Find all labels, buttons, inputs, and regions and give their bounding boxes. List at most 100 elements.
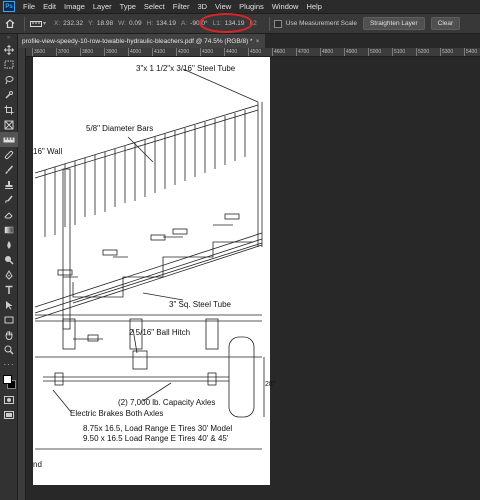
menu-plugins[interactable]: Plugins [235, 2, 268, 11]
history-brush-icon[interactable] [0, 192, 18, 207]
menu-view[interactable]: View [211, 2, 235, 11]
ruler-label: 4200 [176, 48, 190, 56]
quick-select-icon[interactable] [0, 87, 18, 102]
ruler-label: 5200 [416, 48, 430, 56]
menu-edit[interactable]: Edit [39, 2, 60, 11]
document-tab-bar: profile-view-speedy-10-row-towable-hydra… [18, 34, 480, 48]
h-value: 134.19 [156, 20, 177, 27]
ruler-label: 5300 [440, 48, 454, 56]
ruler-label: 5000 [368, 48, 382, 56]
menu-bar: Ps File Edit Image Layer Type Select Fil… [0, 0, 480, 14]
drawing-label: 5/8" Diameter Bars [86, 124, 154, 133]
menu-3d[interactable]: 3D [193, 2, 211, 11]
menu-file[interactable]: File [19, 2, 39, 11]
ruler-tool-icon[interactable] [29, 19, 43, 29]
divider [24, 16, 25, 31]
menu-select[interactable]: Select [140, 2, 169, 11]
ruler-label: 4900 [344, 48, 358, 56]
ruler-icon[interactable] [0, 132, 18, 147]
bleacher-drawing [34, 68, 265, 450]
x-value: 232.32 [63, 20, 84, 27]
l1-readout: L1: 134.19 [198, 13, 253, 33]
ruler-label: 4800 [320, 48, 334, 56]
y-readout: Y: 18.98 [88, 20, 113, 27]
h-readout: H: 134.19 [147, 20, 176, 27]
measurement-scale-checkbox[interactable] [273, 19, 282, 28]
drawing-label: (2) 7,000 lb. Capacity Axles [118, 398, 216, 407]
drawing-label: 3" Sq. Steel Tube [169, 300, 231, 309]
drawing-label: nd [33, 460, 42, 469]
document-canvas[interactable]: 3"x 1 1/2"x 3/16" Steel Tube 5/8" Diamet… [33, 57, 275, 485]
drawing-label: 28" [265, 381, 276, 388]
dodge-icon[interactable] [0, 252, 18, 267]
menu-layer[interactable]: Layer [89, 2, 116, 11]
drawing-label: 2 5/16" Ball Hitch [129, 328, 191, 337]
divider [268, 16, 270, 31]
crop-icon[interactable] [0, 102, 18, 117]
drawing-label: Electric Brakes Both Axles [70, 409, 164, 418]
document-tab[interactable]: profile-view-speedy-10-row-towable-hydra… [18, 34, 266, 48]
tool-preset-chevron-icon[interactable]: ▾ [43, 20, 46, 27]
healing-icon[interactable] [0, 147, 18, 162]
hand-icon[interactable] [0, 327, 18, 342]
close-icon[interactable]: × [256, 38, 260, 45]
tools-panel: » ··· [0, 34, 18, 500]
x-readout: X: 232.32 [54, 20, 83, 27]
quick-mask-icon[interactable] [0, 392, 18, 407]
color-swatches[interactable] [0, 372, 18, 392]
menu-window[interactable]: Window [268, 2, 303, 11]
drawing-label: 8.75x 16.5, Load Range E Tires 30' Model [83, 424, 233, 433]
y-value: 18.98 [96, 20, 114, 27]
red-highlight-circle [198, 13, 253, 33]
gradient-icon[interactable] [0, 222, 18, 237]
frame-icon[interactable] [0, 117, 18, 132]
w-label: W: [118, 20, 126, 27]
document-tab-title: profile-view-speedy-10-row-towable-hydra… [22, 37, 253, 45]
menu-image[interactable]: Image [60, 2, 89, 11]
rectangle-icon[interactable] [0, 312, 18, 327]
stamp-icon[interactable] [0, 177, 18, 192]
ruler-label: 4600 [272, 48, 286, 56]
menu-help[interactable]: Help [302, 2, 325, 11]
menu-filter[interactable]: Filter [169, 2, 194, 11]
ruler-label: 4300 [200, 48, 214, 56]
foreground-color[interactable] [3, 375, 12, 384]
ruler-label: 5100 [392, 48, 406, 56]
marquee-icon[interactable] [0, 57, 18, 72]
brush-icon[interactable] [0, 162, 18, 177]
menu-type[interactable]: Type [116, 2, 140, 11]
ruler-label: 4500 [248, 48, 262, 56]
ruler-label: 4000 [128, 48, 142, 56]
h-label: H: [146, 20, 154, 27]
w-readout: W: 0.09 [118, 20, 141, 27]
horizontal-ruler[interactable]: 3600 3700 3800 3900 4000 4100 4200 4300 … [26, 48, 480, 57]
measurement-scale-label: Use Measurement Scale [285, 20, 357, 27]
lasso-icon[interactable] [0, 72, 18, 87]
pen-icon[interactable] [0, 267, 18, 282]
ruler-label: 3600 [32, 48, 46, 56]
zoom-icon[interactable] [0, 342, 18, 357]
vertical-ruler[interactable] [18, 48, 26, 500]
screen-mode-icon[interactable] [0, 407, 18, 422]
x-label: X: [54, 20, 61, 27]
straighten-layer-button[interactable]: Straighten Layer [362, 17, 425, 30]
w-value: 0.09 [128, 20, 142, 27]
panel-collapse-icon[interactable]: » [0, 34, 17, 42]
ruler-label: 4700 [296, 48, 310, 56]
options-bar: ▾ X: 232.32 Y: 18.98 W: 0.09 H: 134.19 A: -90… [0, 13, 480, 34]
ruler-label: 4100 [152, 48, 166, 56]
move-icon[interactable] [0, 42, 18, 57]
ruler-label: 5400 [464, 48, 478, 56]
clear-button[interactable]: Clear [430, 17, 461, 30]
type-icon[interactable] [0, 282, 18, 297]
y-label: Y: [88, 20, 94, 27]
home-icon [5, 19, 15, 28]
ruler-label: 4400 [224, 48, 238, 56]
blur-icon[interactable] [0, 237, 18, 252]
ruler-label: 3900 [104, 48, 118, 56]
home-button[interactable] [0, 14, 20, 34]
photoshop-logo: Ps [3, 1, 15, 12]
eraser-icon[interactable] [0, 207, 18, 222]
path-select-icon[interactable] [0, 297, 18, 312]
more-tools-icon[interactable]: ··· [0, 357, 18, 372]
